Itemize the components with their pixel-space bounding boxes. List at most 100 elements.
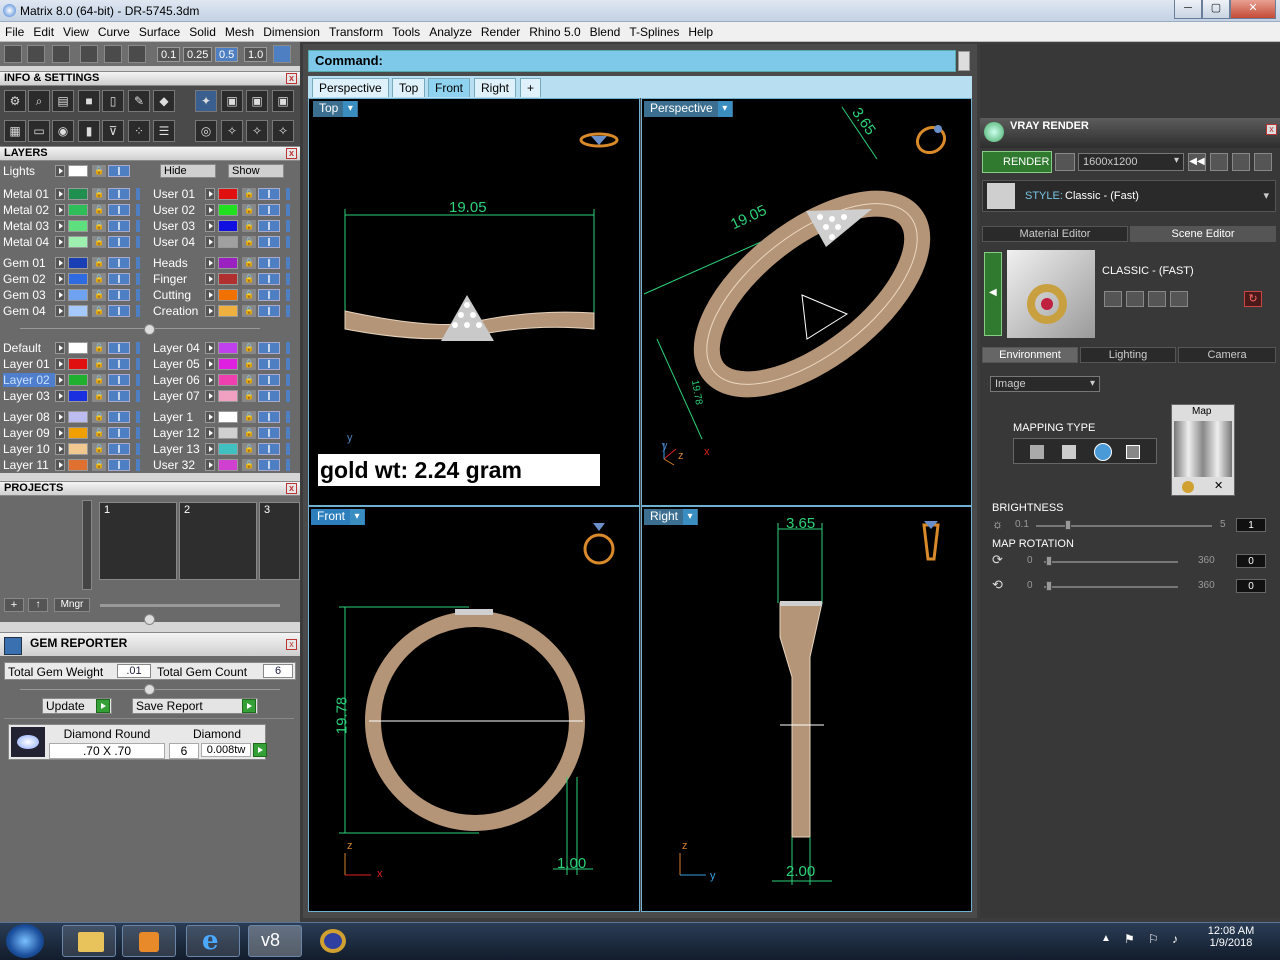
- menu-rhino[interactable]: Rhino 5.0: [524, 22, 584, 39]
- layer-name[interactable]: Creation: [153, 304, 205, 318]
- brightness-slider-knob[interactable]: [1065, 520, 1071, 530]
- gallery3-icon[interactable]: ▣: [272, 90, 294, 112]
- layer-visibility-toggle[interactable]: ❙: [108, 273, 130, 285]
- layer-expand-icon[interactable]: [205, 257, 215, 269]
- layer-name[interactable]: Finger: [153, 272, 205, 286]
- layer-lock-icon[interactable]: 🔒: [92, 374, 106, 386]
- layer-color-swatch[interactable]: [218, 374, 238, 386]
- layer-row-right-8[interactable]: Layer 04 🔒 ❙: [150, 340, 295, 356]
- layer-visibility-toggle[interactable]: ❙: [108, 390, 130, 402]
- layer-row-right-6[interactable]: Cutting 🔒 ❙: [150, 287, 295, 303]
- layer-row-right-15[interactable]: User 32 🔒 ❙: [150, 457, 295, 473]
- command-scroll[interactable]: [958, 51, 970, 71]
- menu-tsplines[interactable]: T-Splines: [624, 22, 683, 39]
- menu-view[interactable]: View: [58, 22, 93, 39]
- layer-visibility-toggle[interactable]: ❙: [258, 305, 280, 317]
- sphere-icon[interactable]: ◉: [52, 120, 74, 142]
- layer-expand-icon[interactable]: [205, 443, 215, 455]
- layer-lock-icon[interactable]: 🔒: [92, 236, 106, 248]
- layer-name[interactable]: Metal 03: [3, 219, 55, 233]
- layer-color-swatch[interactable]: [218, 236, 238, 248]
- frame-buffer-icon[interactable]: [1210, 153, 1228, 171]
- layer-visibility-toggle[interactable]: ❙: [108, 305, 130, 317]
- layer-color-swatch[interactable]: [68, 305, 88, 317]
- layer-name[interactable]: Layer 1: [153, 410, 205, 424]
- layer-lock-icon[interactable]: 🔒: [92, 273, 106, 285]
- save-scene-icon[interactable]: [1104, 291, 1122, 307]
- zoom-0.5-button[interactable]: 0.5: [215, 47, 239, 62]
- layer-visibility-toggle[interactable]: ❙: [108, 358, 130, 370]
- layer-row-right-11[interactable]: Layer 07 🔒 ❙: [150, 388, 295, 404]
- tab-right[interactable]: Right: [474, 78, 517, 97]
- layer-color-swatch[interactable]: [218, 188, 238, 200]
- menu-surface[interactable]: Surface: [134, 22, 184, 39]
- layer-lock-icon[interactable]: 🔒: [242, 273, 256, 285]
- layer-visibility-toggle[interactable]: ❙: [258, 220, 280, 232]
- render-settings-icon[interactable]: [1055, 153, 1075, 171]
- layer-row-right-1[interactable]: User 02 🔒 ❙: [150, 202, 295, 218]
- layer-expand-icon[interactable]: [55, 289, 65, 301]
- layer-name[interactable]: Layer 12: [153, 426, 205, 440]
- layer-expand-icon[interactable]: [205, 358, 215, 370]
- mapping-screen-icon[interactable]: [1126, 445, 1140, 459]
- layer-lock-icon[interactable]: 🔒: [242, 374, 256, 386]
- layer-visibility-toggle[interactable]: ❙: [258, 459, 280, 471]
- project-slot-1[interactable]: 1: [99, 502, 177, 580]
- layer-row-right-14[interactable]: Layer 13 🔒 ❙: [150, 441, 295, 457]
- layer-name[interactable]: Gem 01: [3, 256, 55, 270]
- layer-visibility-toggle[interactable]: ❙: [258, 257, 280, 269]
- gem-row-go-icon[interactable]: [253, 743, 267, 757]
- layer-lock-icon[interactable]: 🔒: [242, 305, 256, 317]
- layer-row-right-13[interactable]: Layer 12 🔒 ❙: [150, 425, 295, 441]
- layer-visibility-toggle[interactable]: ❙: [108, 257, 130, 269]
- mngr-button[interactable]: Mngr: [54, 598, 90, 612]
- layer-lock-icon[interactable]: 🔒: [92, 358, 106, 370]
- projects-slider[interactable]: [100, 604, 280, 607]
- start-button[interactable]: [6, 924, 44, 958]
- projects-collapse-icon[interactable]: [144, 614, 155, 625]
- layer-color-swatch[interactable]: [218, 427, 238, 439]
- layer-name[interactable]: Cutting: [153, 288, 205, 302]
- map-pick-icon[interactable]: [1182, 481, 1194, 493]
- rotation2-slider-knob[interactable]: [1046, 581, 1052, 591]
- layer-visibility-toggle[interactable]: ❙: [108, 459, 130, 471]
- project-slot-2[interactable]: 2: [179, 502, 257, 580]
- viewport-front[interactable]: Front z x 19.78 1.00: [308, 506, 640, 912]
- layer-expand-icon[interactable]: [205, 390, 215, 402]
- layer-row-left-0[interactable]: Metal 01 🔒 ❙: [0, 186, 145, 202]
- layer-expand-icon[interactable]: [55, 257, 65, 269]
- list-icon[interactable]: ☰: [153, 120, 175, 142]
- layer-color-swatch[interactable]: [218, 390, 238, 402]
- layer-color-swatch[interactable]: [218, 443, 238, 455]
- layer-expand-icon[interactable]: [55, 236, 65, 248]
- layer-color-swatch[interactable]: [68, 342, 88, 354]
- layer-lock-icon[interactable]: 🔒: [92, 257, 106, 269]
- layer-row-right-9[interactable]: Layer 05 🔒 ❙: [150, 356, 295, 372]
- layer-lock-icon[interactable]: 🔒: [92, 390, 106, 402]
- layer-lock-icon[interactable]: 🔒: [242, 411, 256, 423]
- ring-tool-icon[interactable]: ◎: [195, 120, 217, 142]
- layer-name[interactable]: User 32: [153, 458, 205, 472]
- settings-icon[interactable]: ⚙: [4, 90, 26, 112]
- menu-tools[interactable]: Tools: [387, 22, 424, 39]
- layer-name[interactable]: Layer 07: [153, 389, 205, 403]
- layer-row-left-15[interactable]: Layer 11 🔒 ❙: [0, 457, 145, 473]
- layer-lock-icon[interactable]: 🔒: [92, 289, 106, 301]
- layer-color-swatch[interactable]: [218, 257, 238, 269]
- layer-name[interactable]: Layer 11: [3, 458, 55, 472]
- jewel-app-taskbar-icon[interactable]: [310, 925, 364, 957]
- layout-icon[interactable]: ▦: [4, 120, 26, 142]
- layer-name[interactable]: Layer 10: [3, 442, 55, 456]
- layer-row-right-7[interactable]: Creation 🔒 ❙: [150, 303, 295, 319]
- layer-lock-icon[interactable]: 🔒: [92, 188, 106, 200]
- gem-tool-icon[interactable]: ✧: [221, 120, 243, 142]
- layer-lock-icon[interactable]: 🔒: [242, 257, 256, 269]
- layer-expand-icon[interactable]: [55, 204, 65, 216]
- menu-file[interactable]: File: [0, 22, 28, 39]
- zoom-1.0-button[interactable]: 1.0: [244, 47, 268, 62]
- save-as-scene-icon[interactable]: [1126, 291, 1144, 307]
- layer-name[interactable]: Layer 03: [3, 389, 55, 403]
- layer-color-swatch[interactable]: [68, 289, 88, 301]
- layer-visibility-toggle[interactable]: ❙: [108, 188, 130, 200]
- layer-lock-icon[interactable]: 🔒: [92, 443, 106, 455]
